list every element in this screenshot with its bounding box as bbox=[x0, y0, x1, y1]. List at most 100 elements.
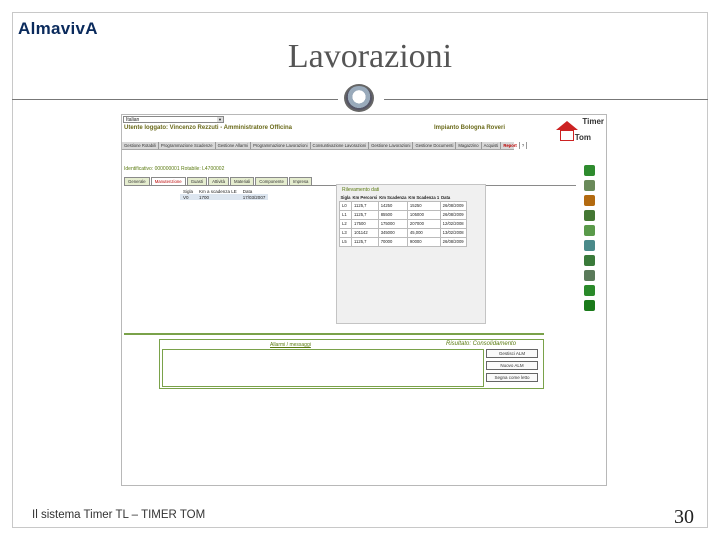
plant-label: Impianto Bologna Roveri bbox=[434, 125, 506, 131]
table-cell: V0 bbox=[180, 194, 197, 200]
euro-icon[interactable] bbox=[584, 300, 595, 311]
footer-text: Il sistema Timer TL – TIMER TOM bbox=[32, 509, 206, 521]
menu-item[interactable]: Magazzino bbox=[456, 142, 482, 149]
table-row[interactable]: L2 17500 175000 207000 12/02/2008 bbox=[338, 218, 467, 229]
table-cell: 105000 bbox=[406, 209, 441, 220]
table-cell: 101142 bbox=[351, 227, 379, 238]
tag-icon[interactable] bbox=[584, 285, 595, 296]
column-header: Km Scadenza bbox=[379, 195, 407, 201]
table-row[interactable]: L0 1125,7 14250 15250 26/08/2009 bbox=[338, 200, 467, 211]
tab-item[interactable]: Generale bbox=[124, 177, 150, 185]
menu-item[interactable]: Gestione Lavorazioni bbox=[369, 142, 414, 149]
export-icon[interactable] bbox=[584, 270, 595, 281]
table-row[interactable]: L1 1125,7 85500 105000 26/08/2009 bbox=[338, 209, 467, 220]
menu-item[interactable]: Consuntivazione Lavorazioni bbox=[311, 142, 370, 149]
table-cell: 17500 bbox=[351, 218, 379, 229]
title-rule-left bbox=[12, 99, 338, 100]
menu-item[interactable]: Gestione Allarmi bbox=[216, 142, 252, 149]
side-toolbar bbox=[584, 165, 598, 315]
alerts-status: Risultato: Consolidamento bbox=[446, 341, 517, 347]
cross-x-icon[interactable] bbox=[584, 195, 595, 206]
table-cell: 1125,7 bbox=[351, 236, 379, 247]
alerts-title: Allarmi / messaggi bbox=[270, 342, 311, 348]
identifier-line: Identificativo: 000000001 Rotabile: L470… bbox=[124, 166, 225, 172]
column-header: Km Percorsi bbox=[352, 195, 378, 201]
main-menu: Gestione Rotabili Programmazione Scadenze… bbox=[122, 142, 528, 150]
timer-tom-logo: Timer Tom bbox=[552, 117, 606, 143]
emblem-icon bbox=[344, 84, 374, 112]
table-cell: 45,000 bbox=[406, 227, 441, 238]
table-cell: 1125,7 bbox=[351, 209, 379, 220]
table-cell: 70000 bbox=[377, 236, 408, 247]
printer-icon[interactable] bbox=[584, 255, 595, 266]
table-row[interactable]: L5 1125,7 70000 90000 26/08/2009 bbox=[338, 236, 467, 247]
menu-item[interactable]: Programmazione Lavorazioni bbox=[251, 142, 311, 149]
table-cell: 13/02/2008 bbox=[439, 227, 467, 238]
language-value: Italian bbox=[126, 116, 140, 123]
document-icon[interactable] bbox=[584, 225, 595, 236]
tab-item[interactable]: Manutenzione bbox=[150, 177, 186, 185]
table-cell: 26/08/2009 bbox=[439, 209, 467, 220]
table-cell: 207000 bbox=[406, 218, 441, 229]
mark-read-button[interactable]: Segna come letto bbox=[486, 373, 538, 382]
readings-table: Sigla Km Percorsi Km Scadenza Km Scadenza 1… bbox=[338, 195, 467, 247]
roof-icon bbox=[556, 121, 578, 130]
table-cell: 175000 bbox=[377, 218, 408, 229]
table-cell: 1700 bbox=[196, 194, 240, 200]
column-header: Km Scadenza 1 bbox=[408, 195, 440, 201]
table-cell: 14250 bbox=[377, 200, 408, 211]
slide-title: Lavorazioni bbox=[0, 38, 720, 76]
menu-item[interactable]: Gestione Rotabili bbox=[122, 142, 159, 149]
table-cell: 345000 bbox=[377, 227, 408, 238]
column-header: Sigla bbox=[340, 195, 351, 201]
almaviva-logo: AlmavivA bbox=[18, 18, 98, 40]
menu-item[interactable]: Acquisti bbox=[482, 142, 502, 149]
manage-alarm-button[interactable]: Gestisci ALM bbox=[486, 349, 538, 358]
logo-tom-text: Tom bbox=[574, 133, 591, 142]
house-icon bbox=[560, 130, 574, 141]
chevron-down-icon[interactable]: ▼ bbox=[217, 117, 223, 122]
pencil-icon[interactable] bbox=[584, 210, 595, 221]
table-cell: 26/08/2009 bbox=[439, 236, 467, 247]
readings-panel: Rilevamento dati Sigla Km Percorsi Km Scad… bbox=[336, 184, 486, 324]
logo-timer-text: Timer bbox=[582, 117, 604, 126]
alert-divider bbox=[124, 333, 544, 335]
maintenance-table: Sigla Km a scadenza LE Data V0 1700 17/03/20… bbox=[180, 188, 269, 200]
menu-item[interactable]: Gestione Documenti bbox=[413, 142, 457, 149]
list-grid-icon[interactable] bbox=[584, 180, 595, 191]
table-cell: 1125,7 bbox=[351, 200, 379, 211]
parking-p-icon[interactable] bbox=[584, 165, 595, 176]
menu-item[interactable]: Report bbox=[501, 142, 520, 149]
language-select[interactable]: Italian ▼ bbox=[123, 116, 224, 123]
chart-icon[interactable] bbox=[584, 240, 595, 251]
tab-item[interactable]: Componente bbox=[255, 177, 288, 185]
table-cell: 12/02/2008 bbox=[439, 218, 467, 229]
app-screenshot: Italian ▼ Utente loggato: Vincenzo Rezzu… bbox=[121, 114, 607, 486]
slide-title-text: Lavorazioni bbox=[287, 38, 453, 75]
tab-bar: Generale Manutenzione Guasti Attività Materi… bbox=[124, 177, 313, 185]
logo-text: AlmavivA bbox=[18, 19, 98, 38]
tab-item[interactable]: Materiali bbox=[230, 177, 255, 185]
title-rule-right bbox=[384, 99, 708, 100]
table-cell: L3 bbox=[338, 227, 353, 238]
table-cell: L1 bbox=[338, 209, 353, 220]
table-cell: 85500 bbox=[377, 209, 408, 220]
table-cell: L0 bbox=[338, 200, 353, 211]
table-row[interactable]: L3 101142 345000 45,000 13/02/2008 bbox=[338, 227, 467, 238]
panel-title: Rilevamento dati bbox=[342, 187, 380, 193]
page-number: 30 bbox=[674, 506, 694, 528]
logged-user-label: Utente loggato: Vincenzo Rezzuti - Ammin… bbox=[124, 125, 293, 131]
new-alarm-button[interactable]: Nuovo ALM bbox=[486, 361, 538, 370]
tab-item[interactable]: Attività bbox=[208, 177, 230, 185]
table-cell: 17/03/2007 bbox=[239, 194, 269, 200]
menu-item[interactable]: Programmazione Scadenze bbox=[159, 142, 216, 149]
table-row[interactable]: V0 1700 17/03/2007 bbox=[180, 194, 269, 200]
table-cell: L5 bbox=[338, 236, 353, 247]
table-cell: 15250 bbox=[406, 200, 441, 211]
tab-item[interactable]: Guasti bbox=[186, 177, 208, 185]
alerts-list[interactable] bbox=[162, 349, 484, 387]
table-cell: L2 bbox=[338, 218, 353, 229]
column-header: Km a scadenza LE bbox=[199, 188, 237, 194]
tab-item[interactable]: Impresa bbox=[288, 177, 313, 185]
menu-item[interactable]: ? bbox=[520, 142, 528, 149]
